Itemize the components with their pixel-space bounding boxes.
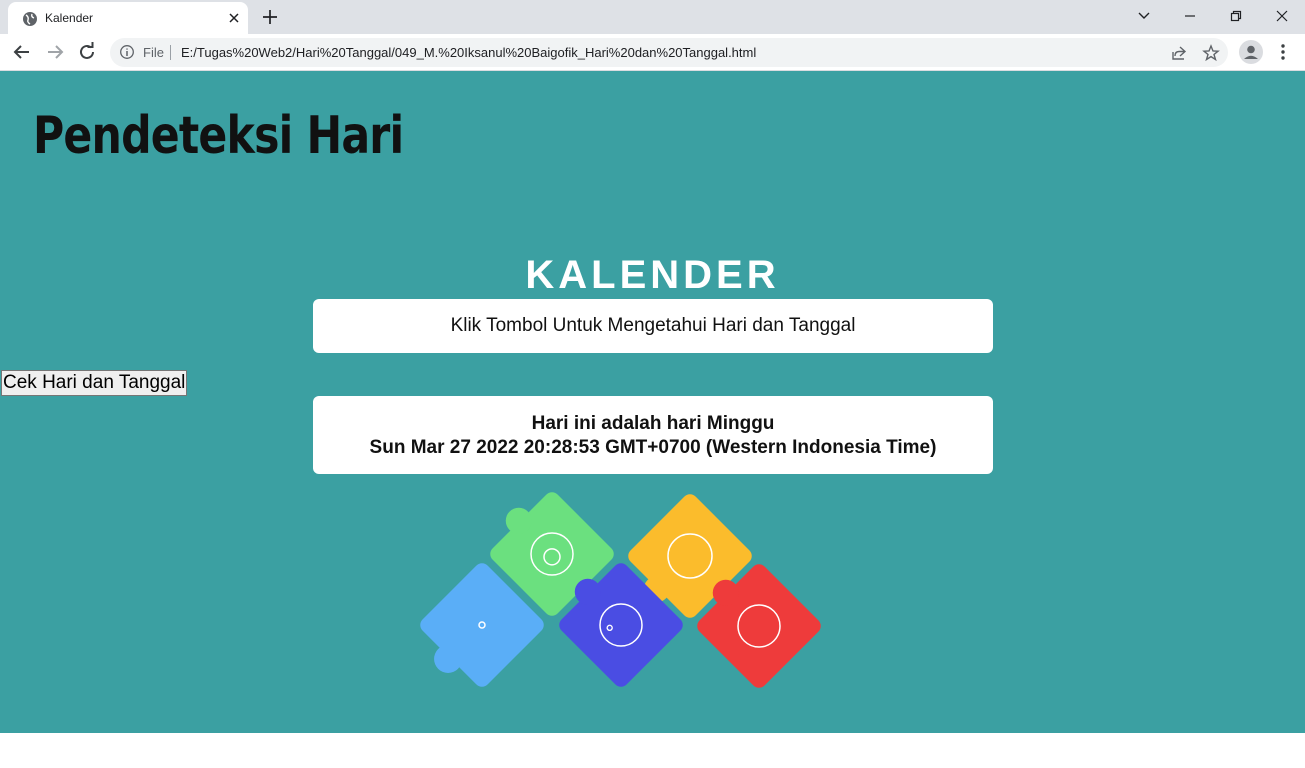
back-arrow-icon[interactable] [10, 40, 34, 64]
browser-tab[interactable]: Kalender [8, 2, 248, 34]
result-date-text: Sun Mar 27 2022 20:28:53 GMT+0700 (Weste… [369, 437, 937, 458]
address-bar[interactable]: File E:/Tugas%20Web2/Hari%20Tanggal/049_… [110, 38, 1228, 67]
close-icon[interactable] [225, 9, 243, 27]
result-day-text: Hari ini adalah hari Minggu [531, 413, 775, 434]
kebab-menu-icon[interactable] [1274, 41, 1292, 63]
profile-avatar-icon[interactable] [1239, 40, 1263, 64]
prompt-text: Klik Tombol Untuk Mengetahui Hari dan Ta… [450, 315, 856, 336]
browser-toolbar: File E:/Tugas%20Web2/Hari%20Tanggal/049_… [0, 34, 1305, 71]
reload-icon[interactable] [75, 40, 99, 64]
chevron-down-icon[interactable] [1132, 5, 1156, 27]
tab-strip: Kalender [0, 0, 1305, 34]
forward-arrow-icon[interactable] [43, 40, 67, 64]
globe-icon [23, 12, 37, 26]
site-logo-title: Pendeteksi Hari [33, 106, 404, 166]
close-icon[interactable] [1270, 5, 1294, 27]
puzzle-pieces-illustration [420, 492, 821, 688]
prompt-card: Klik Tombol Untuk Mengetahui Hari dan Ta… [313, 299, 993, 353]
tab-title: Kalender [45, 11, 94, 25]
restore-icon[interactable] [1224, 5, 1248, 27]
page-content: Pendeteksi Hari KALENDER Klik Tombol Unt… [0, 71, 1305, 733]
share-icon[interactable] [1170, 44, 1188, 62]
security-label: File [143, 45, 164, 60]
url-text[interactable]: E:/Tugas%20Web2/Hari%20Tanggal/049_M.%20… [181, 45, 756, 61]
minimize-icon[interactable] [1178, 5, 1202, 27]
star-icon[interactable] [1202, 44, 1220, 62]
check-date-button[interactable]: Cek Hari dan Tanggal [1, 370, 188, 396]
page-heading: KALENDER [525, 253, 780, 297]
result-card: Hari ini adalah hari Minggu Sun Mar 27 2… [313, 396, 993, 474]
address-separator [170, 45, 171, 60]
info-icon[interactable] [119, 44, 135, 60]
plus-icon[interactable] [260, 7, 280, 27]
page-bottom-margin [0, 733, 1305, 768]
